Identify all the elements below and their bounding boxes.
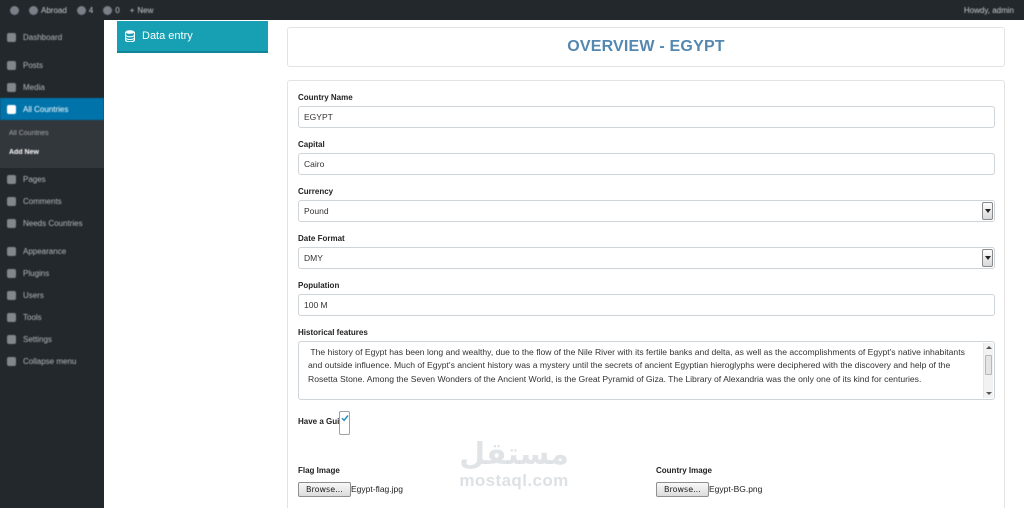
sidebar-item-needs-countries[interactable]: Needs Countries [0, 212, 104, 234]
country-name-label: Country Name [298, 93, 353, 102]
sidebar-item-dashboard[interactable]: Dashboard [0, 26, 104, 48]
sidebar-item-plugins[interactable]: Plugins [0, 262, 104, 284]
sidebar-item-all-countries[interactable]: All Countries [0, 98, 104, 120]
submenu-item-add-new[interactable]: Add New [0, 143, 104, 162]
sidebar-item-collapse[interactable]: Collapse menu [0, 350, 104, 372]
chevron-down-icon[interactable] [982, 202, 993, 220]
scroll-down-icon[interactable] [986, 392, 992, 395]
chevron-down-icon[interactable] [982, 249, 993, 267]
updates-link[interactable]: 4 [76, 5, 93, 15]
main-content: Data entry OVERVIEW - EGYPT Country Name… [104, 20, 1024, 508]
database-icon [125, 30, 135, 42]
date-format-selected-value: DMY [304, 253, 323, 263]
historical-features-label: Historical features [298, 328, 368, 337]
wp-logo-icon[interactable] [10, 5, 19, 15]
historical-features-textarea[interactable]: The history of Egypt has been long and w… [298, 341, 995, 400]
comment-icon [103, 5, 113, 15]
account-greeting[interactable]: Howdy, admin [964, 6, 1014, 15]
submenu-item-all-countries[interactable]: All Countries [0, 124, 104, 143]
comments-link[interactable]: 0 [103, 5, 120, 15]
new-content-link[interactable]: + New [130, 6, 154, 15]
scroll-thumb[interactable] [985, 355, 992, 375]
title-card: OVERVIEW - EGYPT [287, 27, 1005, 67]
site-name-link[interactable]: Abroad [29, 5, 67, 15]
updates-icon [76, 5, 86, 15]
capital-label: Capital [298, 140, 325, 149]
country-form: Country Name EGYPT Capital Cairo Currenc… [287, 80, 1005, 508]
sidebar-item-media[interactable]: Media [0, 76, 104, 98]
historical-features-text: The history of Egypt has been long and w… [308, 347, 968, 384]
country-image-browse-button[interactable]: Browse... [656, 482, 709, 497]
sidebar-item-appearance[interactable]: Appearance [0, 240, 104, 262]
currency-label: Currency [298, 187, 334, 196]
sidebar-item-users[interactable]: Users [0, 284, 104, 306]
capital-input[interactable]: Cairo [298, 153, 995, 175]
brush-icon [7, 246, 16, 256]
currency-select[interactable]: Pound [298, 200, 995, 222]
population-input[interactable]: 100 M [298, 294, 995, 316]
comment-icon [7, 196, 16, 206]
sidebar-item-posts[interactable]: Posts [0, 54, 104, 76]
home-icon [29, 5, 38, 15]
sidebar-item-pages[interactable]: Pages [0, 168, 104, 190]
checkmark-icon [341, 415, 349, 422]
sidebar-item-tools[interactable]: Tools [0, 306, 104, 328]
users-icon [7, 290, 16, 300]
dashboard-icon [7, 32, 16, 42]
country-image-label: Country Image [656, 466, 713, 475]
wrench-icon [7, 312, 16, 322]
page-icon [7, 174, 16, 184]
flag-file-name: Egypt-flag.jpg [351, 484, 403, 494]
sidebar-submenu: All Countries Add New [0, 120, 104, 168]
pin-icon [7, 218, 16, 228]
admin-bar: Abroad 4 0 + New Howdy, admin [0, 0, 1024, 20]
flag-image-label: Flag Image [298, 466, 340, 475]
guide-checkbox[interactable] [339, 411, 350, 435]
sidebar-item-comments[interactable]: Comments [0, 190, 104, 212]
textarea-scrollbar[interactable] [983, 343, 993, 398]
currency-selected-value: Pound [304, 206, 329, 216]
admin-sidebar: Dashboard Posts Media All Countries All … [0, 20, 104, 508]
globe-icon [7, 104, 16, 114]
country-name-input[interactable]: EGYPT [298, 106, 995, 128]
plus-icon: + [129, 5, 135, 15]
collapse-icon [7, 356, 16, 366]
date-format-select[interactable]: DMY [298, 247, 995, 269]
page-title: OVERVIEW - EGYPT [567, 38, 725, 55]
media-icon [7, 82, 16, 92]
plugin-icon [7, 268, 16, 278]
flag-browse-button[interactable]: Browse... [298, 482, 351, 497]
date-format-label: Date Format [298, 234, 345, 243]
pin-icon [7, 60, 16, 70]
tab-label: Data entry [142, 30, 193, 42]
tab-data-entry[interactable]: Data entry [117, 21, 268, 53]
sidebar-item-settings[interactable]: Settings [0, 328, 104, 350]
country-image-file-name: Egypt-BG.png [709, 484, 763, 494]
settings-icon [7, 334, 16, 344]
scroll-up-icon[interactable] [986, 346, 992, 349]
population-label: Population [298, 281, 340, 290]
